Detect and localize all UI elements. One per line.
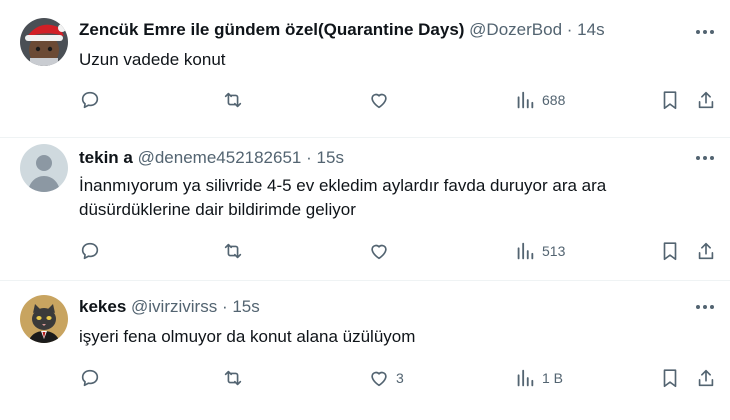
share-icon — [698, 369, 714, 387]
separator-dot: · — [566, 20, 573, 39]
share-button[interactable] — [695, 88, 717, 112]
share-icon — [698, 242, 714, 260]
views-bar-chart-icon — [517, 369, 534, 387]
bookmark-button[interactable] — [659, 88, 681, 112]
reply-icon — [81, 91, 99, 109]
reply-button[interactable] — [79, 366, 107, 390]
tweet-actions: 3 1 B — [79, 366, 719, 390]
separator-dot: · — [306, 148, 312, 167]
views-button[interactable]: 688 — [514, 88, 565, 112]
timestamp[interactable]: 15s — [232, 297, 259, 316]
views-button[interactable]: 513 — [514, 239, 565, 263]
tweet-header: kekes @ivirzivirss · 15s — [79, 297, 670, 317]
retweet-icon — [224, 370, 242, 386]
user-avatar[interactable] — [20, 144, 68, 192]
more-options-icon[interactable] — [694, 297, 716, 317]
tweet[interactable]: tekin a @deneme452182651 · 15s İnanmıyor… — [0, 138, 730, 281]
retweet-icon — [224, 92, 242, 108]
user-handle[interactable]: @deneme452182651 — [138, 148, 302, 167]
retweet-button[interactable] — [222, 239, 250, 263]
more-options-icon[interactable] — [694, 22, 716, 42]
bookmark-button[interactable] — [659, 239, 681, 263]
tweet[interactable]: Zencük Emre ile gündem özel(Quarantine D… — [0, 0, 730, 138]
like-button[interactable] — [368, 88, 396, 112]
santa-hat-baby-avatar-icon — [20, 18, 68, 66]
share-button[interactable] — [695, 239, 717, 263]
share-icon — [698, 91, 714, 109]
retweet-button[interactable] — [222, 88, 250, 112]
heart-icon — [371, 93, 387, 109]
bookmark-icon — [663, 242, 677, 261]
views-bar-chart-icon — [517, 91, 534, 109]
heart-icon — [371, 371, 387, 387]
user-avatar[interactable] — [20, 18, 68, 66]
bookmark-icon — [663, 369, 677, 388]
user-avatar[interactable] — [20, 295, 68, 343]
reply-button[interactable] — [79, 88, 107, 112]
like-button[interactable]: 3 — [368, 366, 404, 390]
tweet-text: Uzun vadede konut — [79, 50, 226, 69]
display-name[interactable]: kekes — [79, 297, 126, 316]
like-count: 3 — [396, 370, 404, 386]
retweet-icon — [224, 243, 242, 259]
share-button[interactable] — [695, 366, 717, 390]
view-count: 688 — [542, 92, 566, 108]
retweet-button[interactable] — [222, 366, 250, 390]
default-person-avatar-icon — [20, 144, 68, 192]
tweet[interactable]: kekes @ivirzivirss · 15s işyeri fena olm… — [0, 281, 730, 420]
tweet-header: tekin a @deneme452182651 · 15s — [79, 148, 670, 168]
display-name[interactable]: Zencük Emre ile gündem özel(Quarantine D… — [79, 20, 464, 39]
like-button[interactable] — [368, 239, 396, 263]
timestamp[interactable]: 15s — [317, 148, 344, 167]
views-bar-chart-icon — [517, 242, 534, 260]
tweet-text: işyeri fena olmuyor da konut alana üzülü… — [79, 327, 416, 346]
separator-dot: · — [221, 297, 228, 316]
bookmark-button[interactable] — [659, 366, 681, 390]
reply-icon — [81, 369, 99, 387]
timestamp[interactable]: 14s — [577, 20, 604, 39]
view-count: 513 — [542, 243, 566, 259]
bookmark-icon — [663, 91, 677, 110]
cat-in-suit-avatar-icon — [20, 295, 68, 343]
view-count: 1 B — [542, 370, 564, 386]
user-handle[interactable]: @ivirzivirss — [131, 297, 217, 316]
heart-icon — [371, 244, 387, 260]
tweet-text: İnanmıyorum ya silivride 4-5 ev ekledim … — [79, 176, 607, 219]
tweet-actions: 513 — [79, 239, 719, 263]
reply-icon — [81, 242, 99, 260]
tweet-header: Zencük Emre ile gündem özel(Quarantine D… — [79, 20, 670, 40]
more-options-icon[interactable] — [694, 148, 716, 168]
views-button[interactable]: 1 B — [514, 366, 563, 390]
reply-button[interactable] — [79, 239, 107, 263]
display-name[interactable]: tekin a — [79, 148, 133, 167]
user-handle[interactable]: @DozerBod — [469, 20, 562, 39]
tweet-actions: 688 — [79, 88, 719, 112]
